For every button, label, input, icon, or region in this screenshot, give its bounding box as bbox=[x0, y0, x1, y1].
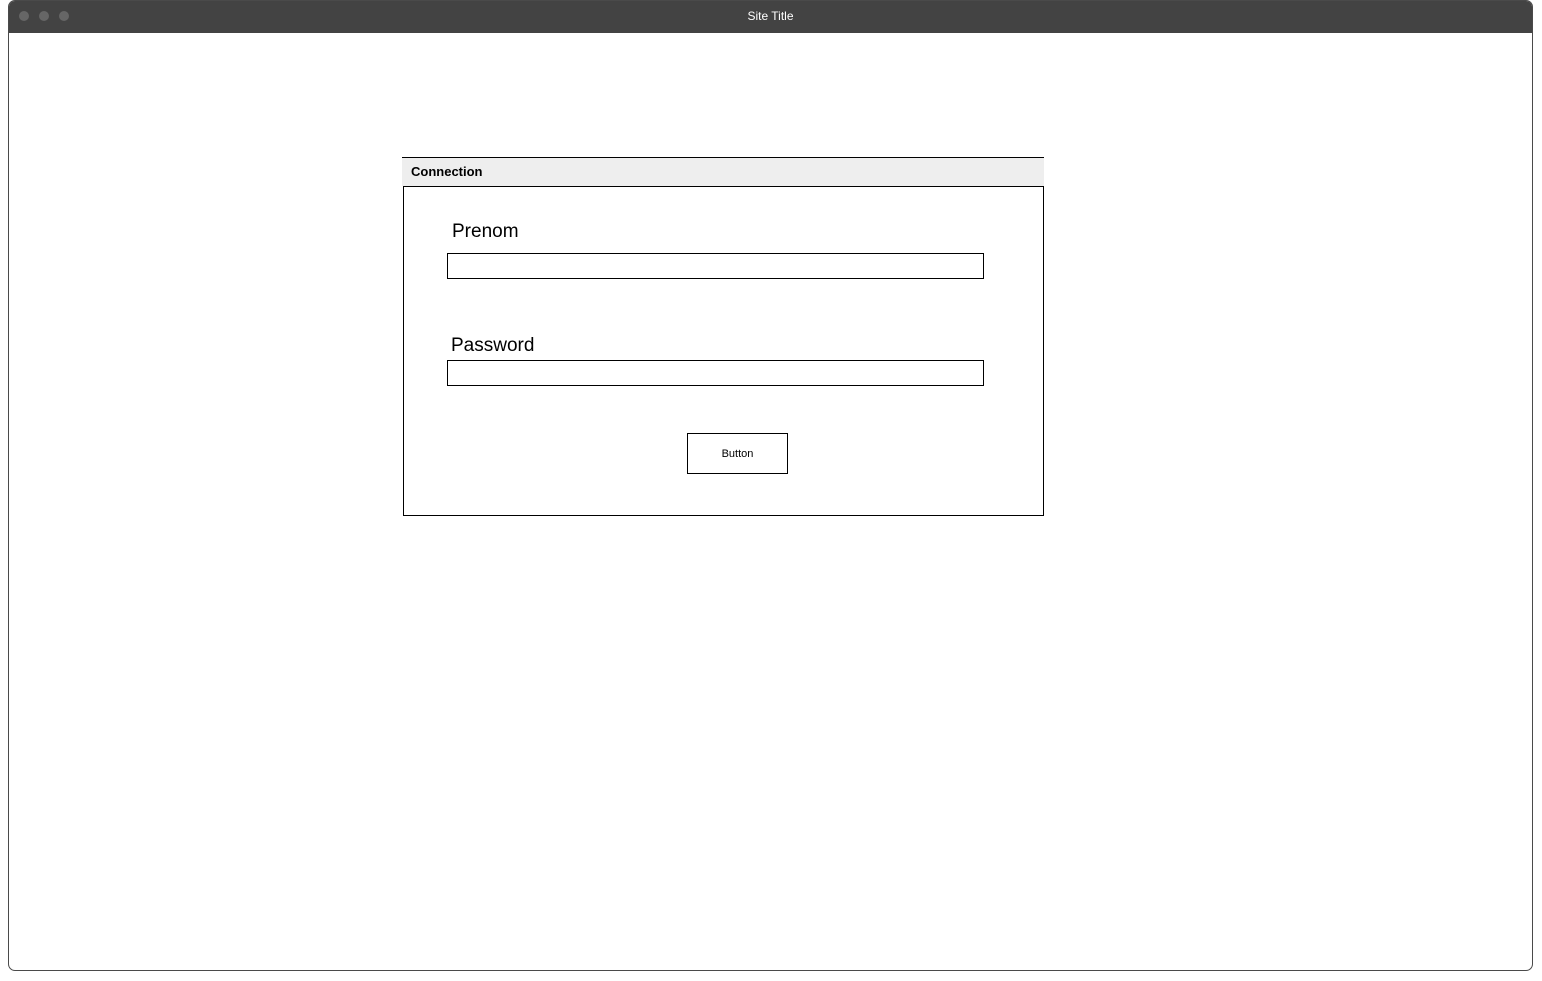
submit-button[interactable]: Button bbox=[687, 433, 788, 474]
password-label: Password bbox=[451, 335, 535, 356]
connection-panel-header: Connection bbox=[402, 157, 1044, 186]
first-name-input[interactable] bbox=[447, 253, 984, 279]
first-name-label: Prenom bbox=[452, 221, 519, 242]
password-input[interactable] bbox=[447, 360, 984, 386]
connection-panel-title: Connection bbox=[411, 164, 483, 179]
window-title: Site Title bbox=[747, 9, 794, 23]
window-titlebar: Site Title bbox=[9, 1, 1532, 33]
